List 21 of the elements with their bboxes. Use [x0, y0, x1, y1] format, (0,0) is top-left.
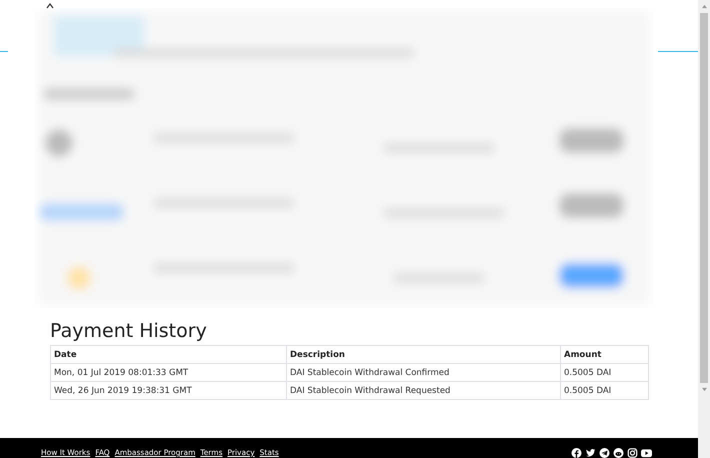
table-cell: 0.5005 DAI — [560, 382, 648, 400]
column-header: Date — [50, 346, 286, 364]
table-cell: DAI Stablecoin Withdrawal Requested — [286, 382, 560, 400]
camera-icon[interactable] — [627, 448, 638, 458]
chevron-up-icon[interactable] — [46, 3, 54, 9]
accent-line — [0, 51, 8, 52]
accent-line — [658, 51, 698, 52]
scroll-thumb[interactable] — [700, 13, 708, 383]
column-header: Amount — [560, 346, 648, 364]
alien-face-icon[interactable] — [613, 448, 624, 458]
column-header: Description — [286, 346, 560, 364]
scrollbar[interactable] — [698, 0, 710, 458]
table-cell: DAI Stablecoin Withdrawal Confirmed — [286, 364, 560, 382]
play-icon[interactable] — [641, 448, 652, 458]
bird-icon[interactable] — [585, 448, 596, 458]
table-cell: Mon, 01 Jul 2019 08:01:33 GMT — [50, 364, 286, 382]
table-cell: 0.5005 DAI — [560, 364, 648, 382]
section-title: Payment History — [50, 320, 208, 342]
table-cell: Wed, 26 Jun 2019 19:38:31 GMT — [50, 382, 286, 400]
paper-plane-icon[interactable] — [599, 448, 610, 458]
facebook-icon[interactable] — [571, 448, 582, 458]
